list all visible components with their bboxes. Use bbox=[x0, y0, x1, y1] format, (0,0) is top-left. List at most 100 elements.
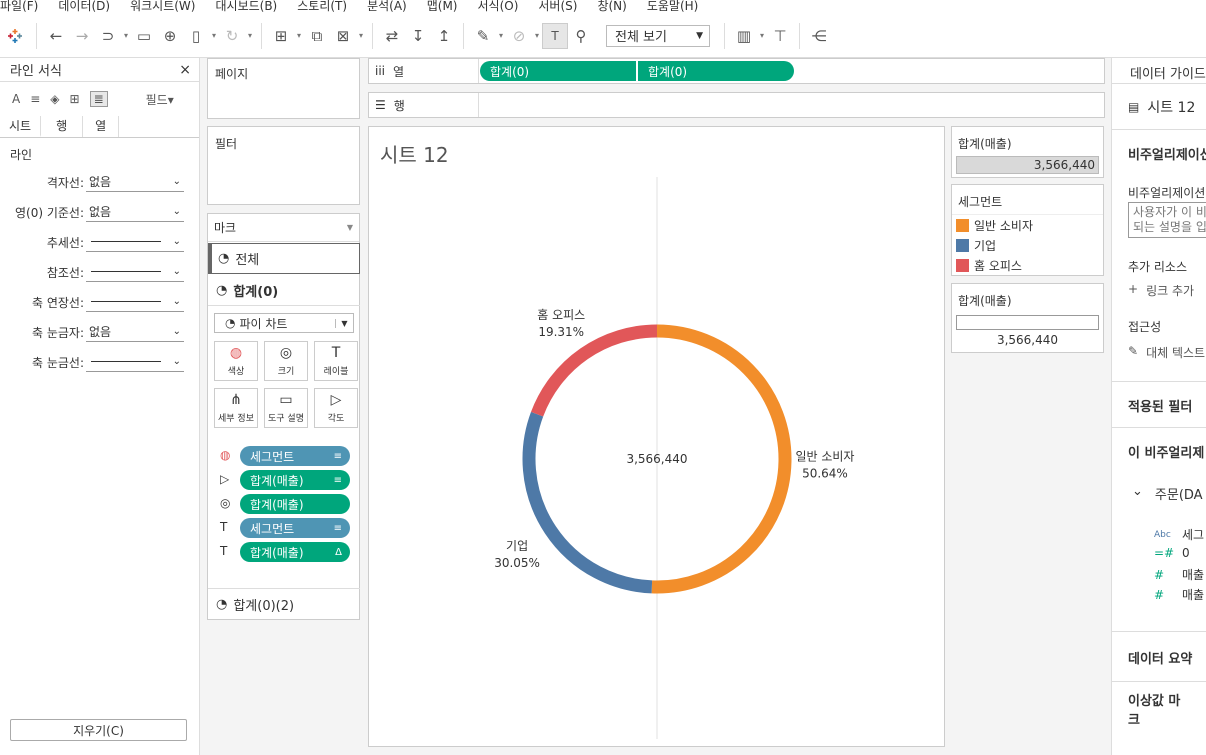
marks-pill[interactable]: 세그먼트 ≡ bbox=[240, 518, 350, 538]
refresh-dropdown-icon[interactable]: ▾ bbox=[245, 31, 255, 40]
pause-dropdown-icon[interactable]: ▾ bbox=[209, 31, 219, 40]
pie-slice[interactable] bbox=[522, 411, 653, 594]
format-row-select[interactable]: 없음 ⌄ bbox=[86, 172, 184, 192]
clear-sheet-icon[interactable]: ⊠ bbox=[330, 14, 356, 58]
format-row-select[interactable]: ⌄ bbox=[86, 292, 184, 312]
menu-item[interactable]: 파일(F) bbox=[0, 0, 38, 14]
menu-item[interactable]: 워크시트(W) bbox=[130, 0, 195, 14]
menu-item[interactable]: 서버(S) bbox=[538, 0, 577, 14]
marks-angle-button[interactable]: ▷ 각도 bbox=[314, 388, 358, 428]
refresh-icon[interactable]: ↻ bbox=[219, 14, 245, 58]
marks-tooltip-button[interactable]: ▭ 도구 설명 bbox=[264, 388, 308, 428]
align-format-icon[interactable]: ≡ bbox=[30, 92, 40, 106]
replay-icon[interactable]: ⊃ bbox=[95, 14, 121, 58]
alt-text-button[interactable]: ✎ 대체 텍스트 bbox=[1128, 344, 1205, 361]
pie-slice[interactable] bbox=[531, 324, 658, 417]
show-me-icon[interactable]: ▥ bbox=[731, 14, 757, 58]
marks-pill[interactable]: 합계(매출) Δ bbox=[240, 542, 350, 562]
add-link-button[interactable]: + 링크 추가 bbox=[1128, 282, 1194, 299]
sort-descending-icon[interactable]: ↥ bbox=[431, 14, 457, 58]
data-guide-field[interactable]: # 매출 bbox=[1154, 566, 1204, 583]
presentation-icon[interactable]: ⊤ bbox=[767, 14, 793, 58]
close-icon[interactable]: × bbox=[179, 62, 191, 78]
menu-item[interactable]: 분석(A) bbox=[367, 0, 407, 14]
menu-item[interactable]: 데이터(D) bbox=[58, 0, 110, 14]
format-row-select[interactable]: ⌄ bbox=[86, 232, 184, 252]
marks-pill[interactable]: 세그먼트 ≡ bbox=[240, 446, 350, 466]
menu-item[interactable]: 서식(O) bbox=[478, 0, 519, 14]
save-icon[interactable]: ▭ bbox=[131, 14, 157, 58]
format-row-select[interactable]: 없음 ⌄ bbox=[86, 322, 184, 342]
marks-pill[interactable]: 합계(매출) ≡ bbox=[240, 470, 350, 490]
filters-card[interactable]: 필터 bbox=[207, 126, 360, 205]
highlight-icon[interactable]: ✎ bbox=[470, 14, 496, 58]
format-row-select[interactable]: ⌄ bbox=[86, 262, 184, 282]
redo-icon[interactable]: → bbox=[69, 14, 95, 58]
format-row-select[interactable]: ⌄ bbox=[86, 352, 184, 372]
tableau-logo-icon[interactable] bbox=[0, 14, 30, 58]
column-pill-2[interactable]: 합계(0) bbox=[638, 61, 794, 81]
menu-item[interactable]: 도움말(H) bbox=[647, 0, 699, 14]
menu-item[interactable]: 창(N) bbox=[597, 0, 626, 14]
undo-icon[interactable]: ← bbox=[43, 14, 69, 58]
mark-type-select[interactable]: ◔ 파이 차트 ▼ bbox=[214, 313, 354, 333]
marks-all-tab[interactable]: ◔ 전체 bbox=[208, 243, 360, 274]
new-datasource-icon[interactable]: ⊕ bbox=[157, 14, 183, 58]
swap-icon[interactable]: ⇄ bbox=[379, 14, 405, 58]
menu-item[interactable]: 대시보드(B) bbox=[215, 0, 277, 14]
shading-format-icon[interactable]: ◈ bbox=[50, 92, 59, 106]
marks-group-tab[interactable]: ◔ 합계(0) bbox=[208, 276, 360, 306]
duplicate-sheet-icon[interactable]: ⧉ bbox=[304, 14, 330, 58]
columns-shelf[interactable]: iii 열 합계(0) 합계(0) bbox=[368, 58, 1105, 84]
sum-sales-legend-2[interactable]: 합계(매출) 3,566,440 bbox=[951, 283, 1104, 353]
pause-updates-icon[interactable]: ▯ bbox=[183, 14, 209, 58]
format-row-select[interactable]: 없음 ⌄ bbox=[86, 202, 184, 222]
borders-format-icon[interactable]: ⊞ bbox=[70, 92, 80, 106]
data-summary-title[interactable]: 데이터 요약 bbox=[1112, 632, 1206, 682]
menu-item[interactable]: 맵(M) bbox=[427, 0, 458, 14]
legend-item[interactable]: 일반 소비자 bbox=[952, 215, 1103, 235]
segment-legend[interactable]: 세그먼트 일반 소비자 기업 홈 오피스 bbox=[951, 184, 1104, 276]
legend-item[interactable]: 기업 bbox=[952, 235, 1103, 255]
tab-rows[interactable]: 행 bbox=[41, 116, 84, 137]
marks-group2-tab[interactable]: ◔ 합계(0)(2) bbox=[208, 588, 360, 620]
marks-pill[interactable]: 합계(매출) bbox=[240, 494, 350, 514]
rows-shelf[interactable]: ☰ 행 bbox=[368, 92, 1105, 118]
description-box[interactable]: 사용자가 이 비 되는 설명을 입 bbox=[1128, 202, 1206, 238]
clear-button[interactable]: 지우기(C) bbox=[10, 719, 187, 741]
sum-sales-legend-1[interactable]: 합계(매출) 3,566,440 bbox=[951, 126, 1104, 178]
marks-label-button[interactable]: T 레이블 bbox=[314, 341, 358, 381]
data-guide-field[interactable]: # 매출 bbox=[1154, 586, 1204, 603]
sort-ascending-icon[interactable]: ↧ bbox=[405, 14, 431, 58]
menu-item[interactable]: 스토리(T) bbox=[297, 0, 347, 14]
marks-detail-button[interactable]: ⋔ 세부 정보 bbox=[214, 388, 258, 428]
group-dropdown-icon[interactable]: ▾ bbox=[532, 31, 542, 40]
new-sheet-icon[interactable]: ⊞ bbox=[268, 14, 294, 58]
tab-columns[interactable]: 열 bbox=[83, 116, 120, 137]
show-labels-icon[interactable]: T bbox=[542, 22, 568, 49]
font-format-icon[interactable]: A bbox=[12, 92, 20, 106]
outliers-title[interactable]: 이상값 마크 bbox=[1112, 682, 1206, 736]
applied-filters-title[interactable]: 적용된 필터 bbox=[1112, 382, 1206, 428]
fields-dropdown[interactable]: 필드▾ bbox=[146, 91, 174, 108]
legend-item[interactable]: 홈 오피스 bbox=[952, 255, 1103, 275]
marks-menu-icon[interactable]: ▼ bbox=[347, 223, 353, 232]
column-pill-1[interactable]: 합계(0) bbox=[480, 61, 636, 81]
highlight-dropdown-icon[interactable]: ▾ bbox=[496, 31, 506, 40]
data-guide-field[interactable]: Abc 세그 bbox=[1154, 526, 1204, 543]
share-icon[interactable]: ⋲ bbox=[806, 14, 832, 58]
fix-axes-icon[interactable]: ⚲ bbox=[568, 14, 594, 58]
marks-size-button[interactable]: ◎ 크기 bbox=[264, 341, 308, 381]
clear-dropdown-icon[interactable]: ▾ bbox=[356, 31, 366, 40]
lines-format-icon[interactable]: ≣ bbox=[89, 91, 108, 107]
view-size-select[interactable]: 전체 보기 ▼ bbox=[606, 24, 710, 47]
marks-color-button[interactable]: ◍ 색상 bbox=[214, 341, 258, 381]
pages-card[interactable]: 페이지 bbox=[207, 58, 360, 119]
replay-dropdown-icon[interactable]: ▾ bbox=[121, 31, 131, 40]
show-me-dropdown-icon[interactable]: ▾ bbox=[757, 31, 767, 40]
data-guide-field[interactable]: =# 0 bbox=[1154, 546, 1190, 560]
tab-sheet[interactable]: 시트 bbox=[0, 116, 42, 137]
new-sheet-dropdown-icon[interactable]: ▾ bbox=[294, 31, 304, 40]
group-icon[interactable]: ⊘ bbox=[506, 14, 532, 58]
order-row[interactable]: ⌄ 주문(DA bbox=[1132, 484, 1203, 503]
